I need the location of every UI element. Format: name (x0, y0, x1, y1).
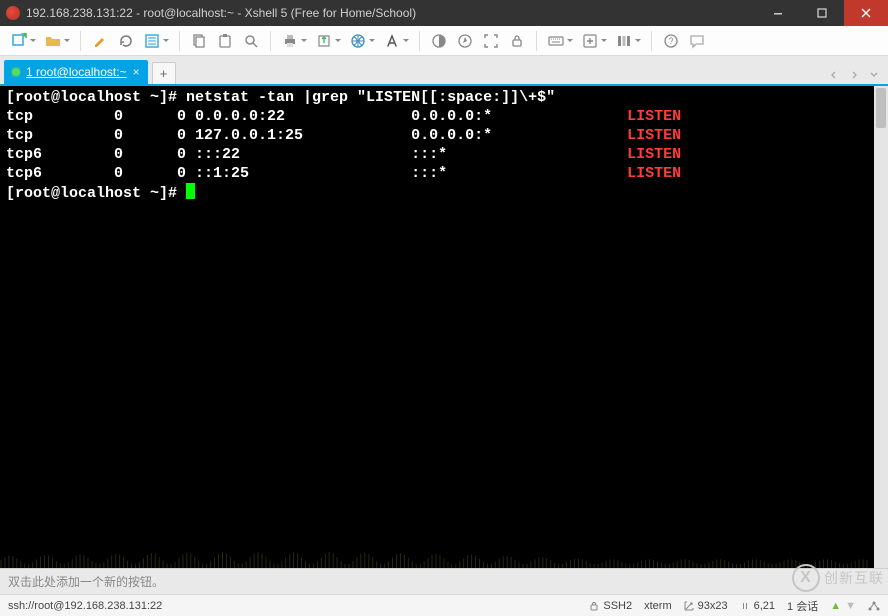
status-term: xterm (644, 600, 672, 612)
session-tabstrip: 1 root@localhost:~ × + (0, 56, 888, 84)
copy-icon[interactable] (188, 30, 210, 52)
highlight-icon[interactable] (89, 30, 111, 52)
close-button[interactable] (844, 0, 888, 26)
new-tab-button[interactable]: + (152, 62, 176, 84)
network-icon (868, 601, 880, 611)
file-transfer-icon[interactable] (313, 30, 335, 52)
new-session-icon[interactable] (8, 30, 30, 52)
window-title: 192.168.238.131:22 - root@localhost:~ - … (26, 6, 756, 20)
hintbar-text: 双击此处添加一个新的按钮。 (8, 573, 164, 590)
app-icon (6, 6, 20, 20)
scrollbar-thumb[interactable] (876, 88, 886, 128)
columns-icon[interactable] (613, 30, 635, 52)
lock-icon (589, 601, 599, 611)
status-protocol: SSH2 (603, 600, 632, 612)
connection-led-icon (12, 68, 20, 76)
terminal-output[interactable]: [root@localhost ~]# netstat -tan |grep "… (0, 86, 888, 205)
find-icon[interactable] (240, 30, 262, 52)
close-tab-icon[interactable]: × (133, 65, 140, 79)
tab-next-button[interactable] (845, 66, 863, 84)
open-icon[interactable] (42, 30, 64, 52)
lock-toolbar-icon[interactable] (506, 30, 528, 52)
window-titlebar: 192.168.238.131:22 - root@localhost:~ - … (0, 0, 888, 26)
size-icon (684, 601, 694, 611)
paste-icon[interactable] (214, 30, 236, 52)
quick-button-bar[interactable]: 双击此处添加一个新的按钮。 (0, 568, 888, 594)
status-size: 93x23 (698, 600, 728, 612)
print-icon[interactable] (279, 30, 301, 52)
maximize-button[interactable] (800, 0, 844, 26)
tab-menu-button[interactable] (865, 66, 883, 84)
keyboard-icon[interactable] (545, 30, 567, 52)
tab-prev-button[interactable] (825, 66, 843, 84)
reconnect-icon[interactable] (115, 30, 137, 52)
traffic-down-icon: ▼ (845, 600, 856, 612)
status-bar: ssh://root@192.168.238.131:22 SSH2 xterm… (0, 594, 888, 616)
color-scheme-icon[interactable] (428, 30, 450, 52)
status-sessions: 1 会话 (787, 598, 818, 614)
globe-icon[interactable] (347, 30, 369, 52)
terminal-pane[interactable]: [root@localhost ~]# netstat -tan |grep "… (0, 84, 888, 568)
cursor-pos-icon (740, 601, 750, 611)
traffic-up-icon: ▲ (830, 600, 841, 612)
font-icon[interactable] (381, 30, 403, 52)
feedback-icon[interactable] (686, 30, 708, 52)
compass-icon[interactable] (454, 30, 476, 52)
svg-text:?: ? (668, 36, 673, 46)
minimize-button[interactable] (756, 0, 800, 26)
session-tab-active[interactable]: 1 root@localhost:~ × (4, 60, 148, 84)
main-toolbar: ? (0, 26, 888, 56)
status-url: ssh://root@192.168.238.131:22 (8, 600, 577, 612)
status-cursor: 6,21 (754, 600, 775, 612)
fullscreen-icon[interactable] (480, 30, 502, 52)
properties-icon[interactable] (141, 30, 163, 52)
help-icon[interactable]: ? (660, 30, 682, 52)
terminal-scrollbar[interactable] (874, 86, 888, 568)
session-tab-label: 1 root@localhost:~ (26, 65, 127, 79)
terminal-decorative-wave (0, 498, 870, 568)
add-button-icon[interactable] (579, 30, 601, 52)
